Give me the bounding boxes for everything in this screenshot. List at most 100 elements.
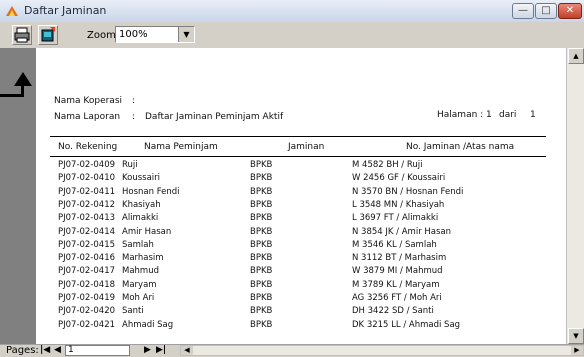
cell-no-jaminan: N 3112 BT / Marhasim	[352, 253, 447, 264]
cell-no-jaminan: W 3879 MI / Mahmud	[352, 266, 443, 277]
cell-nama: Mahmud	[122, 266, 159, 277]
cell-no-jaminan: N 3854 JK / Amir Hasan	[352, 226, 452, 237]
cell-rekening: PJ07-02-0420	[58, 306, 116, 317]
title-bar[interactable]: Daftar Jaminan — □ ✕	[0, 0, 584, 23]
page-number-input[interactable]: 1	[65, 345, 130, 356]
export-button[interactable]	[38, 25, 58, 45]
scroll-left-icon[interactable]: ◀	[181, 346, 193, 355]
cell-jaminan: BPKB	[250, 226, 273, 237]
maximize-icon: □	[541, 5, 551, 16]
report-page: Nama Koperasi : Nama Laporan : Daftar Ja…	[36, 48, 566, 344]
cell-rekening: PJ07-02-0409	[58, 160, 116, 170]
cell-jaminan: BPKB	[250, 213, 273, 224]
window-title: Daftar Jaminan	[24, 4, 107, 17]
laporan-value: Daftar Jaminan Peminjam Aktif	[145, 112, 284, 122]
export-icon	[41, 27, 55, 42]
cell-nama: Samlah	[122, 239, 154, 250]
cell-nama: Maryam	[122, 279, 157, 290]
cell-no-jaminan: L 3548 MN / Khasiyah	[352, 199, 445, 210]
cell-rekening: PJ07-02-0418	[58, 279, 116, 290]
close-icon: ✕	[565, 5, 575, 16]
cell-rekening: PJ07-02-0411	[58, 186, 116, 197]
first-page-icon[interactable]: |◀	[40, 345, 50, 356]
cell-jaminan: BPKB	[250, 306, 273, 317]
cell-no-jaminan: W 2456 GF / Koussairi	[352, 173, 446, 184]
print-button[interactable]	[12, 25, 32, 45]
laporan-label: Nama Laporan	[54, 112, 121, 122]
cell-no-jaminan: DK 3215 LL / Ahmadi Sag	[352, 319, 461, 330]
cell-nama: Hosnan Fendi	[122, 186, 180, 197]
col-header-nama: Nama Peminjam	[144, 142, 218, 152]
cell-jaminan: BPKB	[250, 160, 273, 170]
cell-no-jaminan: M 4582 BH / Ruji	[352, 160, 423, 170]
cell-nama: Santi	[122, 306, 144, 317]
scroll-down-icon[interactable]: ▼	[568, 328, 584, 344]
minimize-icon: —	[518, 5, 528, 16]
annotation-arrow-head	[14, 72, 32, 86]
header-top-rule	[50, 136, 546, 137]
scroll-right-icon[interactable]: ▶	[571, 346, 583, 355]
dropdown-icon[interactable]: ▼	[178, 27, 194, 42]
cell-jaminan: BPKB	[250, 186, 273, 197]
zoom-select[interactable]: 100% ▼	[115, 26, 195, 43]
cell-jaminan: BPKB	[250, 266, 273, 277]
cell-jaminan: BPKB	[250, 279, 273, 290]
cell-no-jaminan: L 3697 FT / Alimakki	[352, 213, 439, 224]
cell-rekening: PJ07-02-0416	[58, 253, 116, 264]
zoom-value: 100%	[119, 29, 148, 40]
report-viewport[interactable]: Nama Koperasi : Nama Laporan : Daftar Ja…	[0, 48, 566, 344]
koperasi-label: Nama Koperasi	[54, 96, 123, 106]
minimize-button[interactable]: —	[512, 3, 534, 19]
cell-rekening: PJ07-02-0421	[58, 319, 116, 330]
halaman-total: 1	[530, 110, 536, 120]
cell-rekening: PJ07-02-0414	[58, 226, 116, 237]
cell-rekening: PJ07-02-0417	[58, 266, 116, 277]
close-button[interactable]: ✕	[558, 3, 582, 19]
cell-rekening: PJ07-02-0410	[58, 173, 116, 184]
horizontal-scrollbar[interactable]: ◀ ▶	[180, 345, 584, 356]
last-page-icon[interactable]: ▶|	[156, 345, 166, 356]
cell-nama: Ahmadi Sag	[122, 319, 174, 330]
zoom-label: Zoom	[87, 30, 116, 41]
col-header-rekening: No. Rekening	[58, 142, 118, 152]
cell-jaminan: BPKB	[250, 199, 273, 210]
cell-no-jaminan: AG 3256 FT / Moh Ari	[352, 293, 442, 303]
cell-jaminan: BPKB	[250, 293, 273, 303]
cell-nama: Marhasim	[122, 253, 164, 264]
halaman-current: 1	[486, 110, 492, 120]
prev-page-icon[interactable]: ◀	[54, 345, 61, 356]
app-icon	[6, 6, 18, 16]
cell-nama: Alimakki	[122, 213, 159, 224]
toolbar: Zoom 100% ▼	[0, 22, 584, 49]
cell-no-jaminan: N 3570 BN / Hosnan Fendi	[352, 186, 464, 197]
col-header-no-jaminan: No. Jaminan /Atas nama	[406, 142, 515, 152]
cell-rekening: PJ07-02-0412	[58, 199, 116, 210]
cell-jaminan: BPKB	[250, 319, 273, 330]
cell-no-jaminan: DH 3422 SD / Santi	[352, 306, 434, 317]
scroll-up-icon[interactable]: ▲	[568, 48, 584, 64]
cell-jaminan: BPKB	[250, 173, 273, 184]
laporan-colon: :	[132, 112, 136, 122]
cell-no-jaminan: M 3546 KL / Samlah	[352, 239, 437, 250]
cell-nama: Koussairi	[122, 173, 161, 184]
halaman-label: Halaman :	[437, 110, 484, 120]
header-bottom-rule	[50, 156, 546, 157]
cell-nama: Moh Ari	[122, 293, 155, 303]
cell-nama: Amir Hasan	[122, 226, 172, 237]
cell-rekening: PJ07-02-0419	[58, 293, 116, 303]
koperasi-colon: :	[132, 96, 136, 106]
cell-rekening: PJ07-02-0415	[58, 239, 116, 250]
report-window: Daftar Jaminan — □ ✕ Zoom 100% ▼ Nama Ko…	[0, 0, 584, 357]
status-bar: Pages: |◀ ◀ 1 ▶ ▶| ◀ ▶	[0, 344, 584, 357]
cell-rekening: PJ07-02-0413	[58, 213, 116, 224]
print-icon	[14, 27, 30, 43]
pages-label: Pages:	[6, 345, 39, 356]
cell-jaminan: BPKB	[250, 239, 273, 250]
col-header-jaminan: Jaminan	[288, 142, 325, 152]
maximize-button[interactable]: □	[535, 3, 557, 19]
cell-nama: Ruji	[122, 160, 138, 170]
vertical-scrollbar[interactable]: ▲ ▼	[566, 48, 584, 344]
cell-nama: Khasiyah	[122, 199, 161, 210]
next-page-icon[interactable]: ▶	[144, 345, 151, 356]
cell-no-jaminan: M 3789 KL / Maryam	[352, 279, 440, 290]
